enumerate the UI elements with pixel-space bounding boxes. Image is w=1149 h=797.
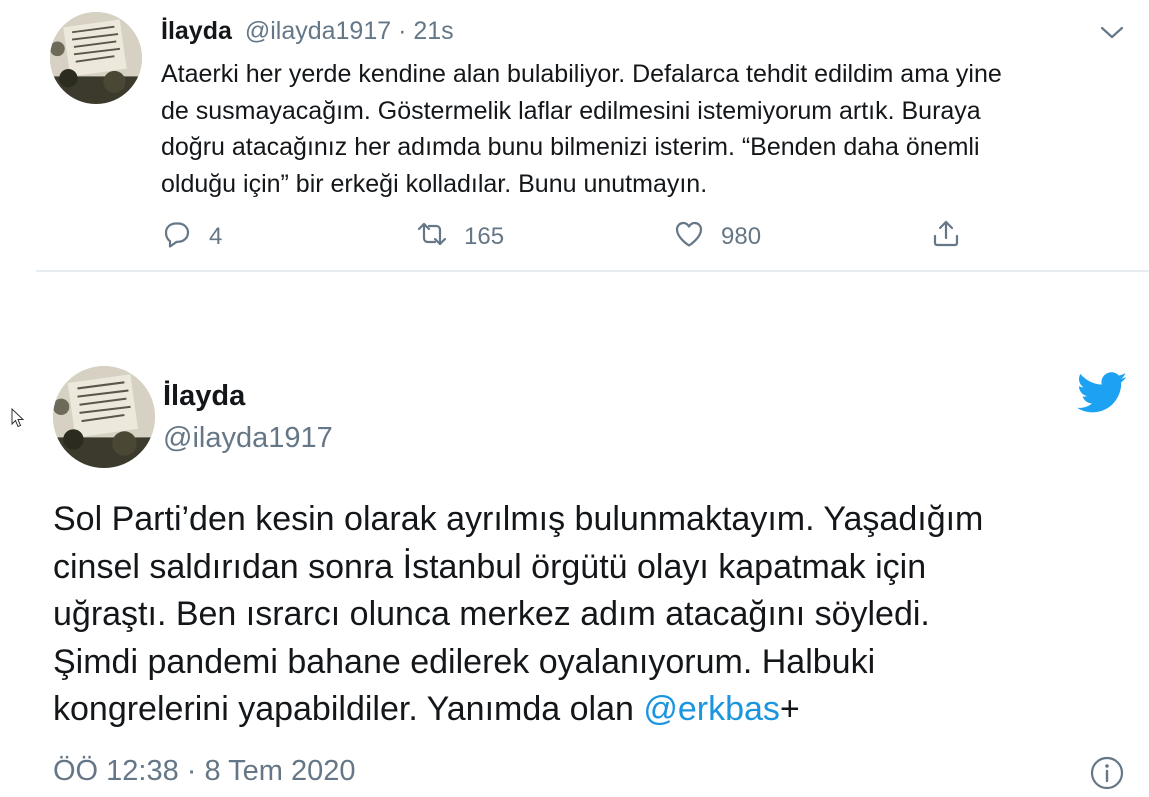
display-name[interactable]: İlayda — [161, 17, 232, 45]
tweet-time[interactable]: 21s — [413, 17, 453, 45]
tweet-text-line: de susmayacağım. Göstermelik laflar edil… — [161, 96, 981, 125]
tweet-text-line: kongrelerini yapabildiler. Yanımda olan … — [53, 686, 1123, 734]
avatar-image — [53, 366, 155, 468]
handle[interactable]: @ilayda1917 — [245, 17, 391, 45]
handle[interactable]: @ilayda1917 — [163, 422, 333, 455]
avatar[interactable] — [50, 12, 142, 104]
tweet-text-line: uğraştı. Ben ısrarcı olunca merkez adım … — [53, 595, 930, 633]
avatar[interactable] — [53, 366, 155, 468]
heart-icon — [673, 218, 705, 257]
share-button[interactable] — [930, 217, 962, 257]
tweet-timestamp[interactable]: ÖÖ 12:38 · 8 Tem 2020 — [53, 755, 356, 788]
tweet-text-line: Şimdi pandemi bahane edilerek oyalanıyor… — [53, 642, 876, 681]
retweet-button[interactable]: 165 — [416, 217, 504, 257]
reply-icon — [161, 218, 193, 257]
mouse-cursor-icon — [11, 407, 25, 428]
tweet-text: Ataerki her yerde kendine alan bulabiliy… — [161, 56, 1121, 202]
reply-button[interactable]: 4 — [161, 217, 222, 257]
like-button[interactable]: 980 — [673, 217, 761, 257]
avatar-image — [50, 12, 142, 104]
tweet-text-line: Sol Parti’den kesin olarak ayrılmış bulu… — [53, 500, 984, 538]
mention-link[interactable]: @erkbas — [643, 690, 780, 728]
tweet-text-segment: + — [779, 690, 800, 728]
twitter-bird-icon[interactable] — [1076, 372, 1128, 414]
retweet-icon — [416, 218, 448, 257]
display-name[interactable]: İlayda — [163, 380, 245, 413]
info-icon[interactable] — [1088, 754, 1126, 792]
tweet-text: Sol Parti’den kesin olarak ayrılmış bulu… — [53, 496, 1123, 734]
retweet-count: 165 — [464, 223, 505, 250]
divider — [36, 270, 1149, 272]
tweet-header: İlayda @ilayda1917 · 21s — [161, 17, 454, 46]
share-icon — [930, 218, 962, 257]
separator: · — [391, 17, 414, 45]
like-count: 980 — [721, 223, 762, 250]
tweet-text-line: olduğu için” bir erkeği kolladılar. Bunu… — [161, 169, 708, 198]
tweet-text-line: Ataerki her yerde kendine alan bulabiliy… — [161, 60, 1002, 88]
tweet-actions: 4 165 980 — [0, 217, 1149, 257]
tweet-text-line: cinsel saldırıdan sonra İstanbul örgütü … — [53, 547, 927, 586]
tweet-text-segment: kongrelerini yapabildiler. Yanımda olan — [53, 690, 644, 728]
tweet-text-line: doğru atacağınız her adımda bunu bilmeni… — [161, 133, 980, 161]
chevron-down-icon[interactable] — [1098, 22, 1126, 44]
reply-count: 4 — [209, 223, 223, 250]
